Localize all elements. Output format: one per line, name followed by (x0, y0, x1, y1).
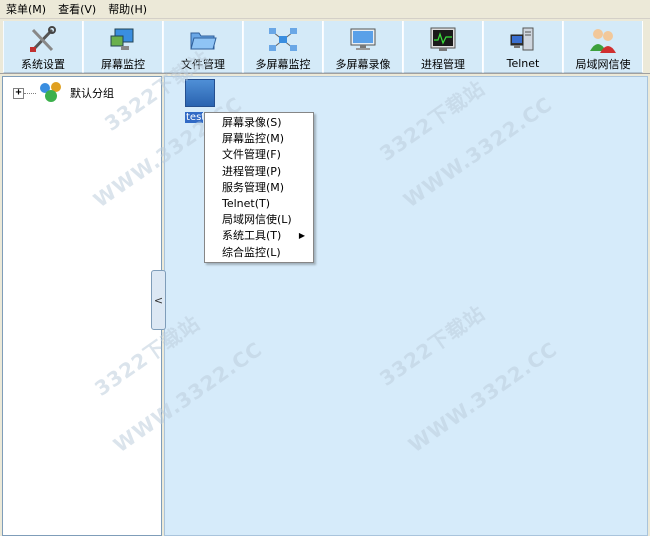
lan-messenger-button[interactable]: 局域网信使 (563, 21, 643, 73)
client-context-menu: 屏幕录像(S) 屏幕监控(M) 文件管理(F) 进程管理(P) 服务管理(M) … (204, 112, 314, 263)
users-icon (586, 25, 620, 54)
toolbar: 系统设置 屏幕监控 文件管理 多屏幕监控 多屏幕录像 进程管理 Telnet 局… (0, 20, 650, 74)
process-icon (426, 25, 460, 54)
telnet-button[interactable]: Telnet (483, 21, 563, 73)
ctx-item-file-manager[interactable]: 文件管理(F) (205, 147, 313, 163)
toolbar-label: 局域网信使 (575, 58, 631, 71)
ctx-item-process-manager[interactable]: 进程管理(P) (205, 164, 313, 180)
file-manager-button[interactable]: 文件管理 (163, 21, 243, 73)
system-settings-button[interactable]: 系统设置 (3, 21, 83, 73)
tree-node-label: 默认分组 (70, 87, 114, 100)
menu-item-menu[interactable]: 菜单(M) (6, 1, 46, 17)
toolbar-label: 多屏幕监控 (255, 58, 311, 71)
tree-node-default-group[interactable]: + 默认分组 (13, 81, 114, 105)
tools-icon (26, 25, 60, 54)
folder-icon (186, 25, 220, 54)
menu-item-view[interactable]: 查看(V) (58, 1, 96, 17)
toolbar-label: 文件管理 (181, 58, 225, 71)
toolbar-label: Telnet (506, 57, 540, 70)
menu-bar: 菜单(M) 查看(V) 帮助(H) (0, 0, 650, 19)
expand-toggle[interactable]: + (13, 87, 24, 99)
display-icon (346, 25, 380, 54)
submenu-arrow-icon: ▶ (298, 231, 305, 241)
multi-screen-monitor-button[interactable]: 多屏幕监控 (243, 21, 323, 73)
chevron-left-icon: < (153, 293, 164, 307)
toolbar-label: 进程管理 (421, 58, 465, 71)
network-icon (266, 25, 300, 54)
toolbar-label: 多屏幕录像 (335, 58, 391, 71)
panel-collapse-splitter[interactable]: < (151, 270, 166, 330)
process-manager-button[interactable]: 进程管理 (403, 21, 483, 73)
ctx-item-screen-monitor[interactable]: 屏幕监控(M) (205, 131, 313, 147)
menu-item-help[interactable]: 帮助(H) (108, 1, 147, 17)
client-screen-thumbnail[interactable] (185, 79, 215, 107)
ctx-item-telnet[interactable]: Telnet(T) (205, 196, 313, 212)
screen-monitor-button[interactable]: 屏幕监控 (83, 21, 163, 73)
ctx-item-screen-record[interactable]: 屏幕录像(S) (205, 115, 313, 131)
tree-connector (24, 92, 36, 94)
multi-screen-record-button[interactable]: 多屏幕录像 (323, 21, 403, 73)
ctx-item-combined-monitor[interactable]: 综合监控(L) (205, 245, 313, 261)
screen-monitor-icon (106, 25, 140, 54)
ctx-item-system-tools[interactable]: 系统工具(T) ▶ (205, 228, 313, 244)
toolbar-label: 屏幕监控 (101, 58, 145, 71)
toolbar-label: 系统设置 (21, 58, 65, 71)
ctx-item-label: 系统工具(T) (222, 229, 282, 243)
group-tree: + 默认分组 (2, 76, 162, 536)
ctx-item-service-manager[interactable]: 服务管理(M) (205, 180, 313, 196)
group-icon (36, 80, 66, 107)
ctx-item-lan-messenger[interactable]: 局域网信使(L) (205, 212, 313, 228)
client-name-label: test (185, 112, 203, 123)
computer-tower-icon (506, 25, 540, 55)
